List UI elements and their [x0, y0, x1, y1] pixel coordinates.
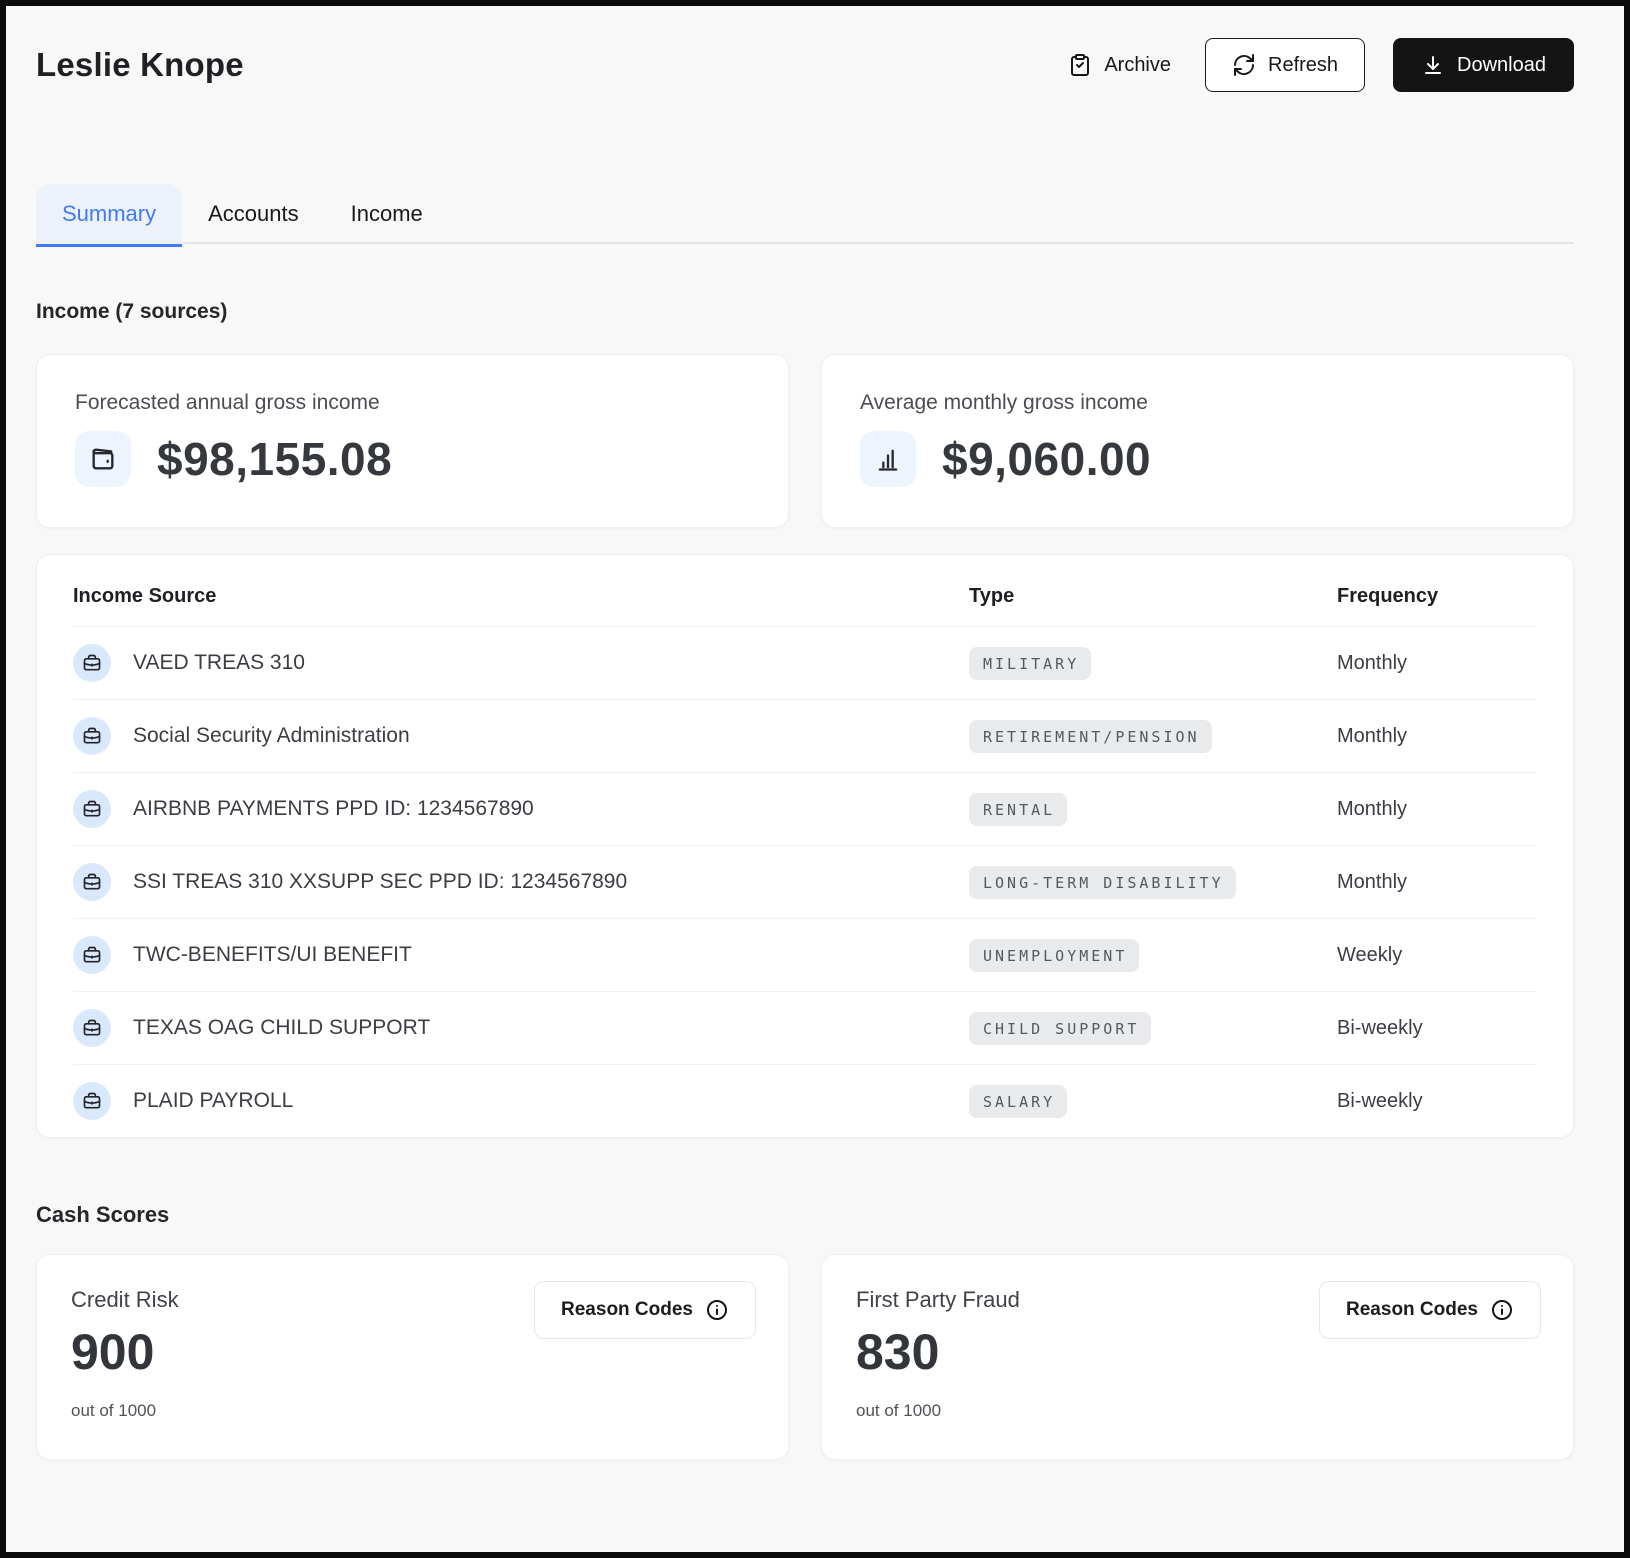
forecasted-annual-income-card: Forecasted annual gross income $98,155.0… [36, 354, 789, 528]
income-source-name: AIRBNB PAYMENTS PPD ID: 1234567890 [133, 797, 534, 821]
income-type-badge: UNEMPLOYMENT [969, 939, 1139, 972]
archive-button[interactable]: Archive [1062, 41, 1177, 89]
income-type-badge: CHILD SUPPORT [969, 1012, 1151, 1045]
table-row: SSI TREAS 310 XXSUPP SEC PPD ID: 1234567… [73, 845, 1537, 918]
credit-risk-reason-codes-button[interactable]: Reason Codes [534, 1281, 756, 1339]
column-type: Type [969, 585, 1337, 608]
cash-score-cards: Credit Risk 900 out of 1000 Reason Codes… [36, 1254, 1574, 1460]
refresh-icon [1232, 53, 1256, 77]
income-frequency: Bi-weekly [1337, 1090, 1537, 1113]
first-party-fraud-reason-codes-button[interactable]: Reason Codes [1319, 1281, 1541, 1339]
info-icon [705, 1298, 729, 1322]
income-frequency: Monthly [1337, 798, 1537, 821]
tab-summary[interactable]: Summary [36, 184, 182, 244]
tab-accounts-label: Accounts [208, 201, 299, 226]
cash-scores-heading: Cash Scores [36, 1202, 1574, 1228]
briefcase-icon [73, 1009, 111, 1047]
stat-label: Average monthly gross income [860, 391, 1535, 415]
income-source-name: TEXAS OAG CHILD SUPPORT [133, 1016, 430, 1040]
refresh-label: Refresh [1268, 55, 1338, 75]
income-type-badge: RENTAL [969, 793, 1067, 826]
income-type-badge: SALARY [969, 1085, 1067, 1118]
column-frequency: Frequency [1337, 585, 1537, 608]
first-party-fraud-card: First Party Fraud 830 out of 1000 Reason… [821, 1254, 1574, 1460]
briefcase-icon [73, 717, 111, 755]
stat-value: $9,060.00 [942, 432, 1151, 486]
income-frequency: Monthly [1337, 725, 1537, 748]
download-label: Download [1457, 55, 1546, 75]
table-row: TEXAS OAG CHILD SUPPORT CHILD SUPPORT Bi… [73, 991, 1537, 1064]
income-source-table: Income Source Type Frequency VAED TREAS … [36, 554, 1574, 1138]
header-actions: Archive Refresh [1062, 38, 1574, 92]
income-table-body: VAED TREAS 310 MILITARY Monthly Social S… [73, 626, 1537, 1137]
income-type-badge: MILITARY [969, 647, 1091, 680]
score-out-of: out of 1000 [71, 1401, 754, 1421]
briefcase-icon [73, 644, 111, 682]
tab-income-label: Income [351, 201, 423, 226]
table-row: VAED TREAS 310 MILITARY Monthly [73, 626, 1537, 699]
income-summary-cards: Forecasted annual gross income $98,155.0… [36, 354, 1574, 528]
table-row: AIRBNB PAYMENTS PPD ID: 1234567890 RENTA… [73, 772, 1537, 845]
page-title: Leslie Knope [36, 46, 244, 84]
tab-income[interactable]: Income [325, 184, 449, 244]
income-source-name: VAED TREAS 310 [133, 651, 305, 675]
tab-summary-label: Summary [62, 201, 156, 226]
stat-value: $98,155.08 [157, 432, 392, 486]
income-source-name: TWC-BENEFITS/UI BENEFIT [133, 943, 412, 967]
download-icon [1421, 53, 1445, 77]
average-monthly-income-card: Average monthly gross income $9,060.00 [821, 354, 1574, 528]
tab-bar: Summary Accounts Income [36, 184, 1574, 244]
briefcase-icon [73, 790, 111, 828]
income-frequency: Weekly [1337, 944, 1537, 967]
wallet-icon [75, 431, 131, 487]
reason-codes-label: Reason Codes [1346, 1299, 1478, 1321]
app-window: Leslie Knope Archive [0, 0, 1630, 1558]
briefcase-icon [73, 1082, 111, 1120]
reason-codes-label: Reason Codes [561, 1299, 693, 1321]
income-section-heading: Income (7 sources) [36, 300, 1574, 324]
table-row: PLAID PAYROLL SALARY Bi-weekly [73, 1064, 1537, 1137]
briefcase-icon [73, 936, 111, 974]
bar-chart-icon [860, 431, 916, 487]
income-source-name: PLAID PAYROLL [133, 1089, 293, 1113]
credit-risk-card: Credit Risk 900 out of 1000 Reason Codes [36, 1254, 789, 1460]
clipboard-check-icon [1068, 53, 1092, 77]
income-source-name: Social Security Administration [133, 724, 410, 748]
tab-accounts[interactable]: Accounts [182, 184, 325, 244]
income-source-name: SSI TREAS 310 XXSUPP SEC PPD ID: 1234567… [133, 870, 627, 894]
table-row: Social Security Administration RETIREMEN… [73, 699, 1537, 772]
info-icon [1490, 1298, 1514, 1322]
header: Leslie Knope Archive [36, 38, 1574, 92]
table-header-row: Income Source Type Frequency [73, 555, 1537, 626]
income-frequency: Bi-weekly [1337, 1017, 1537, 1040]
income-type-badge: LONG-TERM DISABILITY [969, 866, 1236, 899]
income-frequency: Monthly [1337, 652, 1537, 675]
stat-label: Forecasted annual gross income [75, 391, 750, 415]
refresh-button[interactable]: Refresh [1205, 38, 1365, 92]
column-income-source: Income Source [73, 585, 969, 608]
archive-label: Archive [1104, 55, 1171, 75]
download-button[interactable]: Download [1393, 38, 1574, 92]
income-type-badge: RETIREMENT/PENSION [969, 720, 1212, 753]
income-frequency: Monthly [1337, 871, 1537, 894]
table-row: TWC-BENEFITS/UI BENEFIT UNEMPLOYMENT Wee… [73, 918, 1537, 991]
score-out-of: out of 1000 [856, 1401, 1539, 1421]
briefcase-icon [73, 863, 111, 901]
